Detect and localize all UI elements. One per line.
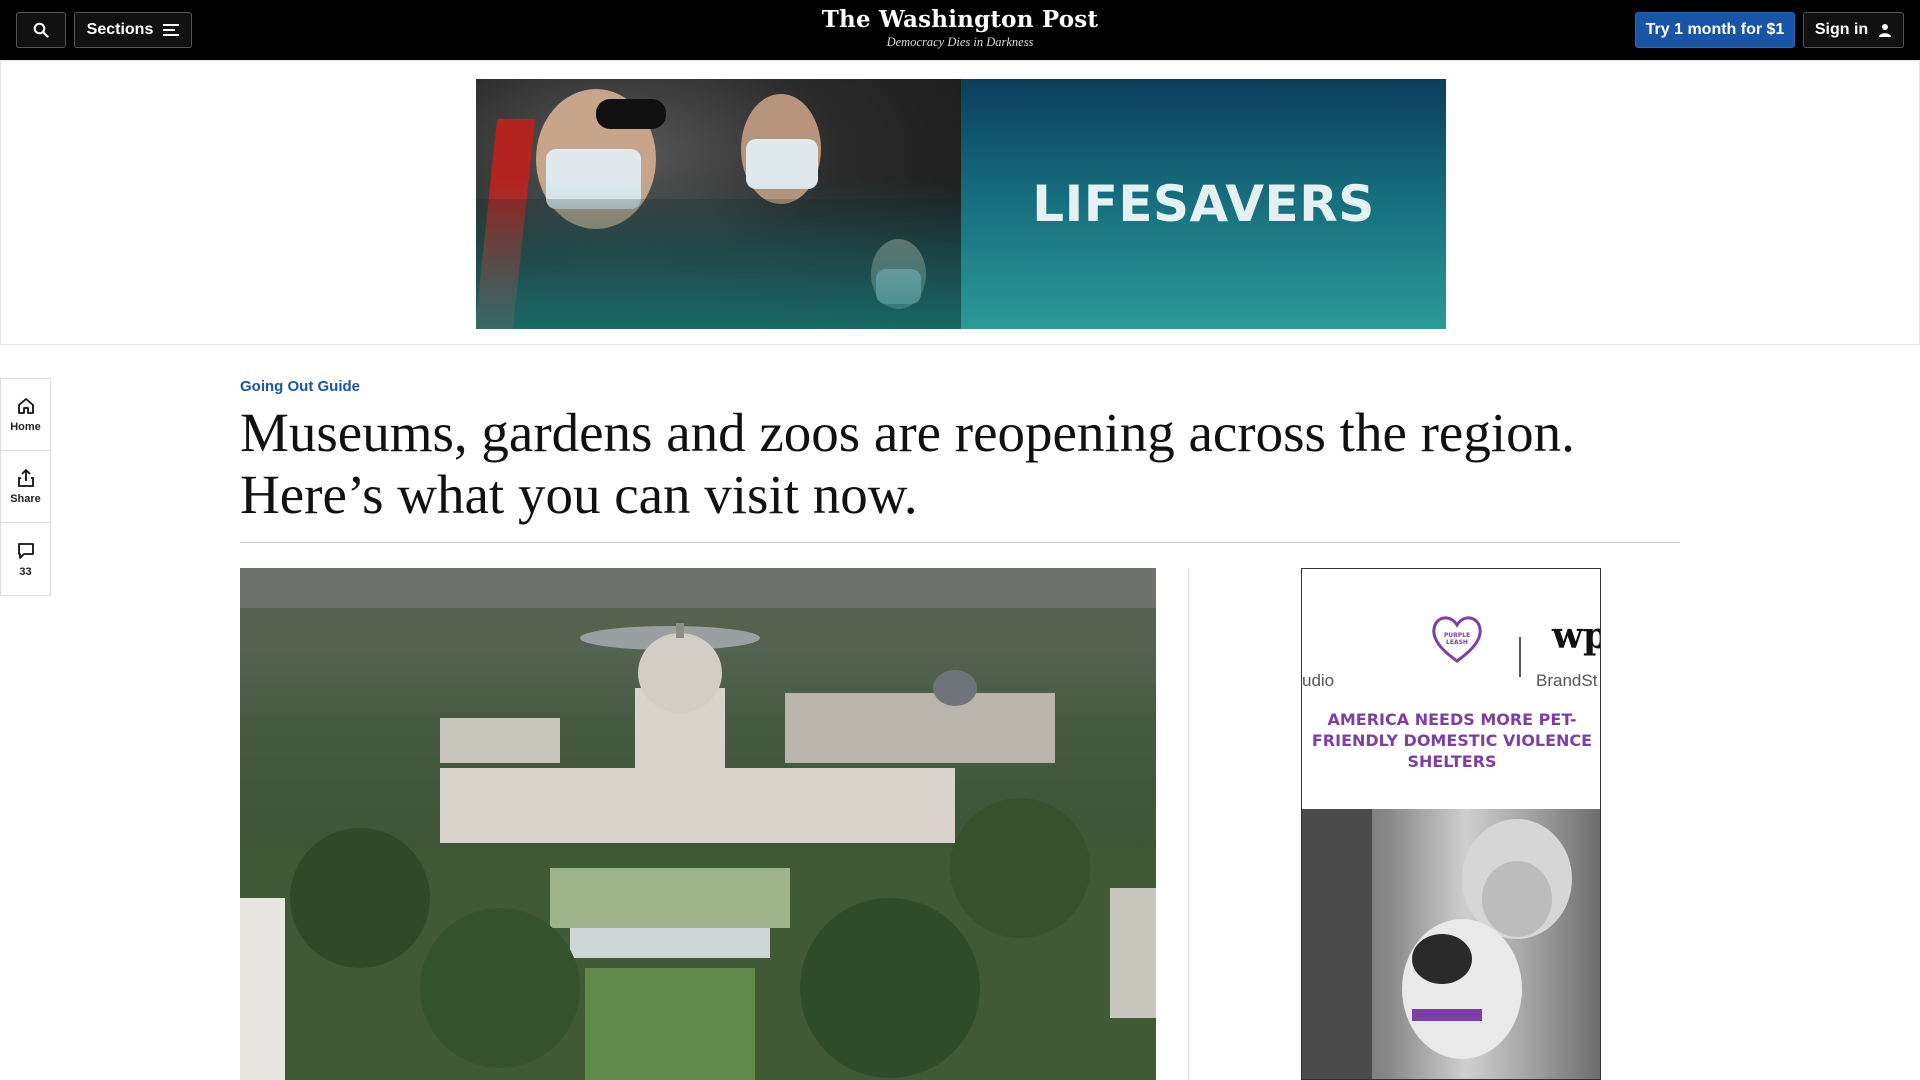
search-icon (33, 22, 49, 38)
search-button[interactable] (16, 12, 66, 48)
sections-label: Sections (86, 21, 154, 38)
left-action-rail: Home Share 33 (0, 378, 51, 596)
site-tagline: Democracy Dies in Darkness (886, 35, 1034, 49)
share-icon (17, 468, 34, 487)
site-logo[interactable]: The Washington Post (760, 6, 1160, 33)
side-ad-headline: AMERICA NEEDS MORE PET-FRIENDLY DOMESTIC… (1311, 710, 1593, 771)
side-ad-header: udio PURPLE LEASH wp BrandSt AMERICA NEE… (1302, 569, 1600, 809)
ad-brand-panel: LIFESAVERS (961, 79, 1446, 329)
banner-ad-zone: LIFESAVERS (0, 60, 1920, 345)
capitol-aerial-image (240, 568, 1156, 1080)
lead-photo[interactable] (240, 568, 1156, 1080)
ad-photo (476, 79, 961, 329)
rail-share-label: Share (10, 493, 41, 505)
rail-home-label: Home (10, 421, 41, 433)
headline-divider (240, 542, 1680, 543)
home-icon (17, 398, 34, 414)
side-ad-studio-left: udio (1302, 671, 1335, 690)
svg-text:LEASH: LEASH (1446, 639, 1468, 646)
column-divider (1188, 568, 1189, 1080)
purple-leash-logo-icon: PURPLE LEASH (1432, 616, 1482, 663)
comment-icon (17, 542, 34, 559)
sections-menu-button[interactable]: Sections (74, 12, 192, 48)
rail-comments[interactable]: 33 (1, 523, 50, 595)
side-ad-studio-right: BrandSt (1536, 671, 1598, 690)
rail-share[interactable]: Share (1, 451, 50, 523)
rail-home[interactable]: Home (1, 379, 50, 451)
hamburger-menu-icon (163, 24, 180, 36)
side-ad[interactable]: udio PURPLE LEASH wp BrandSt AMERICA NEE… (1301, 568, 1601, 1080)
dog-hug-image (1302, 809, 1572, 1079)
side-ad-photo (1302, 809, 1600, 1079)
article-headline: Museums, gardens and zoos are reopening … (240, 402, 1575, 525)
sign-in-button[interactable]: Sign in (1803, 12, 1904, 48)
svg-text:PURPLE: PURPLE (1444, 632, 1470, 639)
sign-in-label: Sign in (1814, 21, 1869, 38)
comments-count: 33 (19, 565, 32, 578)
banner-ad[interactable]: LIFESAVERS (476, 79, 1446, 329)
subscribe-button[interactable]: Try 1 month for $1 (1635, 12, 1795, 48)
section-kicker-link[interactable]: Going Out Guide (240, 378, 360, 395)
side-ad-wp-mark: wp (1552, 615, 1600, 657)
user-icon (1879, 24, 1892, 37)
top-navigation-bar: Sections The Washington Post Democracy D… (0, 0, 1920, 60)
masthead[interactable]: The Washington Post Democracy Dies in Da… (760, 6, 1160, 50)
